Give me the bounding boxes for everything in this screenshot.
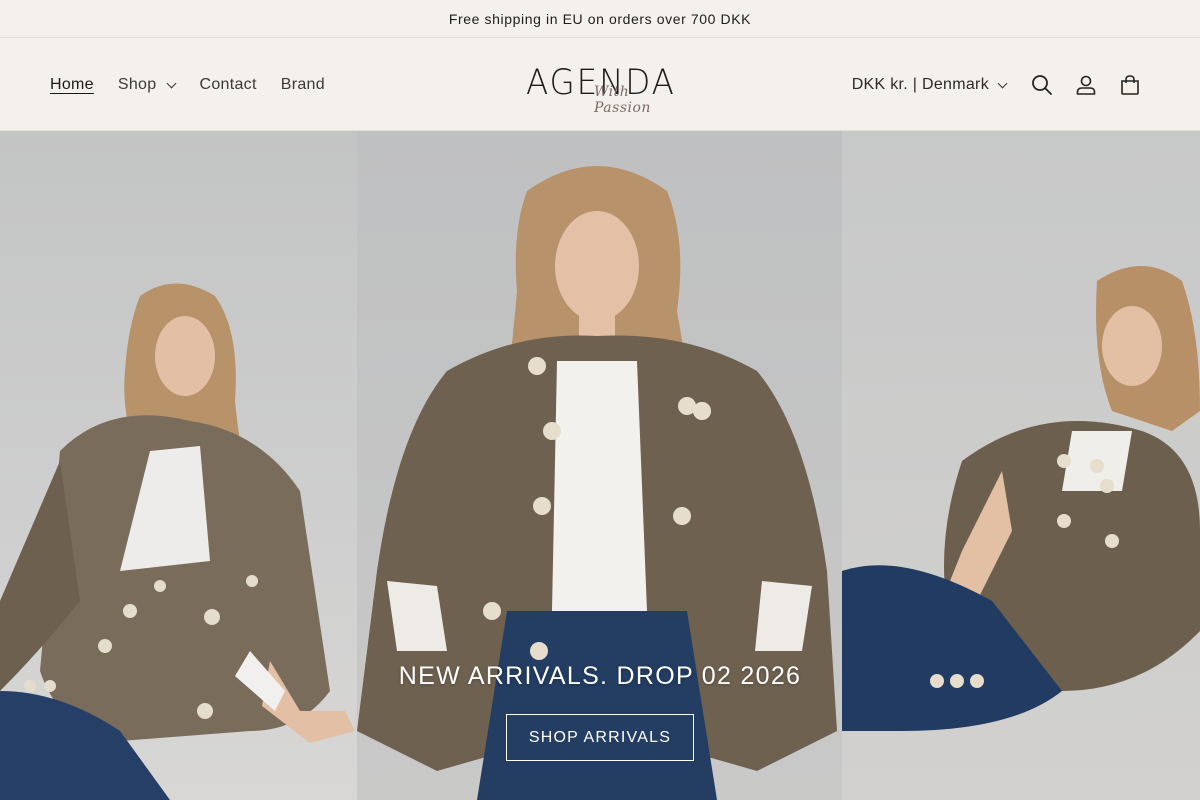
search-button[interactable]	[1020, 63, 1064, 107]
hero-image-right	[842, 131, 1200, 800]
hero-image-center	[357, 131, 842, 800]
logo-tagline: With Passion	[594, 84, 651, 116]
announcement-bar: Free shipping in EU on orders over 700 D…	[0, 0, 1200, 38]
hero-image-right-art	[842, 266, 1200, 731]
cart-button[interactable]	[1108, 63, 1152, 107]
hero-title: NEW ARRIVALS. DROP 02 2026	[398, 662, 802, 690]
nav-home-label: Home	[50, 76, 94, 93]
announcement-text: Free shipping in EU on orders over 700 D…	[448, 10, 752, 27]
nav-shop[interactable]: Shop	[117, 76, 177, 94]
account-button[interactable]	[1064, 63, 1108, 107]
nav-brand-label: Brand	[280, 76, 325, 93]
nav-home[interactable]: Home	[50, 76, 94, 94]
hero-image-left	[0, 131, 357, 800]
header-tools: DKK kr. | Denmark	[852, 39, 1152, 131]
hero-image-center-art	[357, 166, 837, 800]
cart-icon	[1121, 75, 1139, 95]
nav-shop-label: Shop	[117, 76, 157, 93]
nav-contact[interactable]: Contact	[199, 76, 256, 94]
chevron-down-icon	[997, 78, 1008, 88]
chevron-down-icon	[167, 78, 177, 88]
shop-arrivals-button[interactable]: SHOP ARRIVALS	[506, 714, 694, 761]
site-header: Home Shop Contact Brand AGENDA With Pass…	[0, 39, 1200, 131]
currency-selector[interactable]: DKK kr. | Denmark	[851, 76, 1008, 94]
search-icon	[1032, 75, 1052, 95]
currency-label: DKK kr. | Denmark	[851, 76, 989, 93]
nav-brand[interactable]: Brand	[281, 76, 325, 94]
account-icon	[1076, 75, 1096, 95]
main-nav: Home Shop Contact Brand	[50, 39, 349, 131]
nav-contact-label: Contact	[199, 76, 257, 93]
brand-logo[interactable]: AGENDA With Passion	[520, 61, 680, 116]
hero-image-left-art	[0, 283, 355, 800]
hero-banner: NEW ARRIVALS. DROP 02 2026 SHOP ARRIVALS	[0, 131, 1200, 800]
